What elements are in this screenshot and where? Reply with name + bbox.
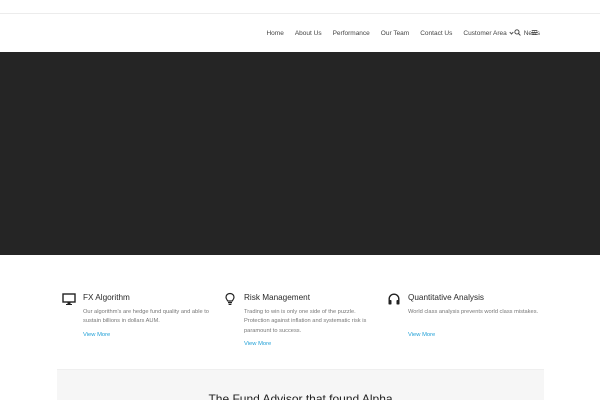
site-header: Home About Us Performance Our Team Conta…: [0, 14, 600, 52]
feature-title: Risk Management: [244, 293, 310, 302]
nav-item-home[interactable]: Home: [266, 30, 283, 37]
nav-item-our-team[interactable]: Our Team: [381, 30, 409, 37]
feature-description: World class analysis prevents world clas…: [408, 309, 539, 315]
top-bar: [0, 0, 600, 14]
nav-item-contact-us[interactable]: Contact Us: [420, 30, 452, 37]
feature-description: Our algorithm's are hedge fund quality a…: [83, 309, 209, 325]
view-more-link[interactable]: View More: [408, 332, 435, 338]
headphones-icon: [388, 293, 400, 305]
hero-banner: [0, 52, 600, 255]
main-nav: Home About Us Performance Our Team Conta…: [266, 14, 540, 52]
nav-item-label: Home: [266, 29, 284, 37]
chevron-down-icon: [509, 29, 514, 35]
nav-item-label: Customer Area: [463, 29, 507, 37]
hamburger-menu-icon[interactable]: [531, 29, 538, 36]
desktop-monitor-icon: [62, 293, 76, 305]
feature-title: FX Algorithm: [83, 293, 130, 302]
intro-band: The Fund Advisor that found Alpha: [57, 369, 544, 400]
lightbulb-icon: [225, 292, 235, 305]
feature-title: Quantitative Analysis: [408, 293, 485, 302]
nav-item-label: Performance: [332, 29, 370, 37]
nav-item-customer-area[interactable]: Customer Area: [463, 29, 514, 37]
nav-item-about-us[interactable]: About Us: [295, 30, 322, 37]
view-more-link[interactable]: View More: [83, 332, 110, 338]
nav-item-label: Contact Us: [420, 29, 453, 37]
view-more-link[interactable]: View More: [244, 341, 271, 347]
nav-item-label: Our Team: [380, 29, 410, 37]
feature-description: Trading to win is only one side of the p…: [244, 309, 367, 334]
section-title: The Fund Advisor that found Alpha: [208, 392, 393, 400]
nav-item-label: About Us: [294, 29, 322, 37]
nav-item-performance[interactable]: Performance: [333, 30, 370, 37]
search-icon[interactable]: [514, 29, 521, 36]
